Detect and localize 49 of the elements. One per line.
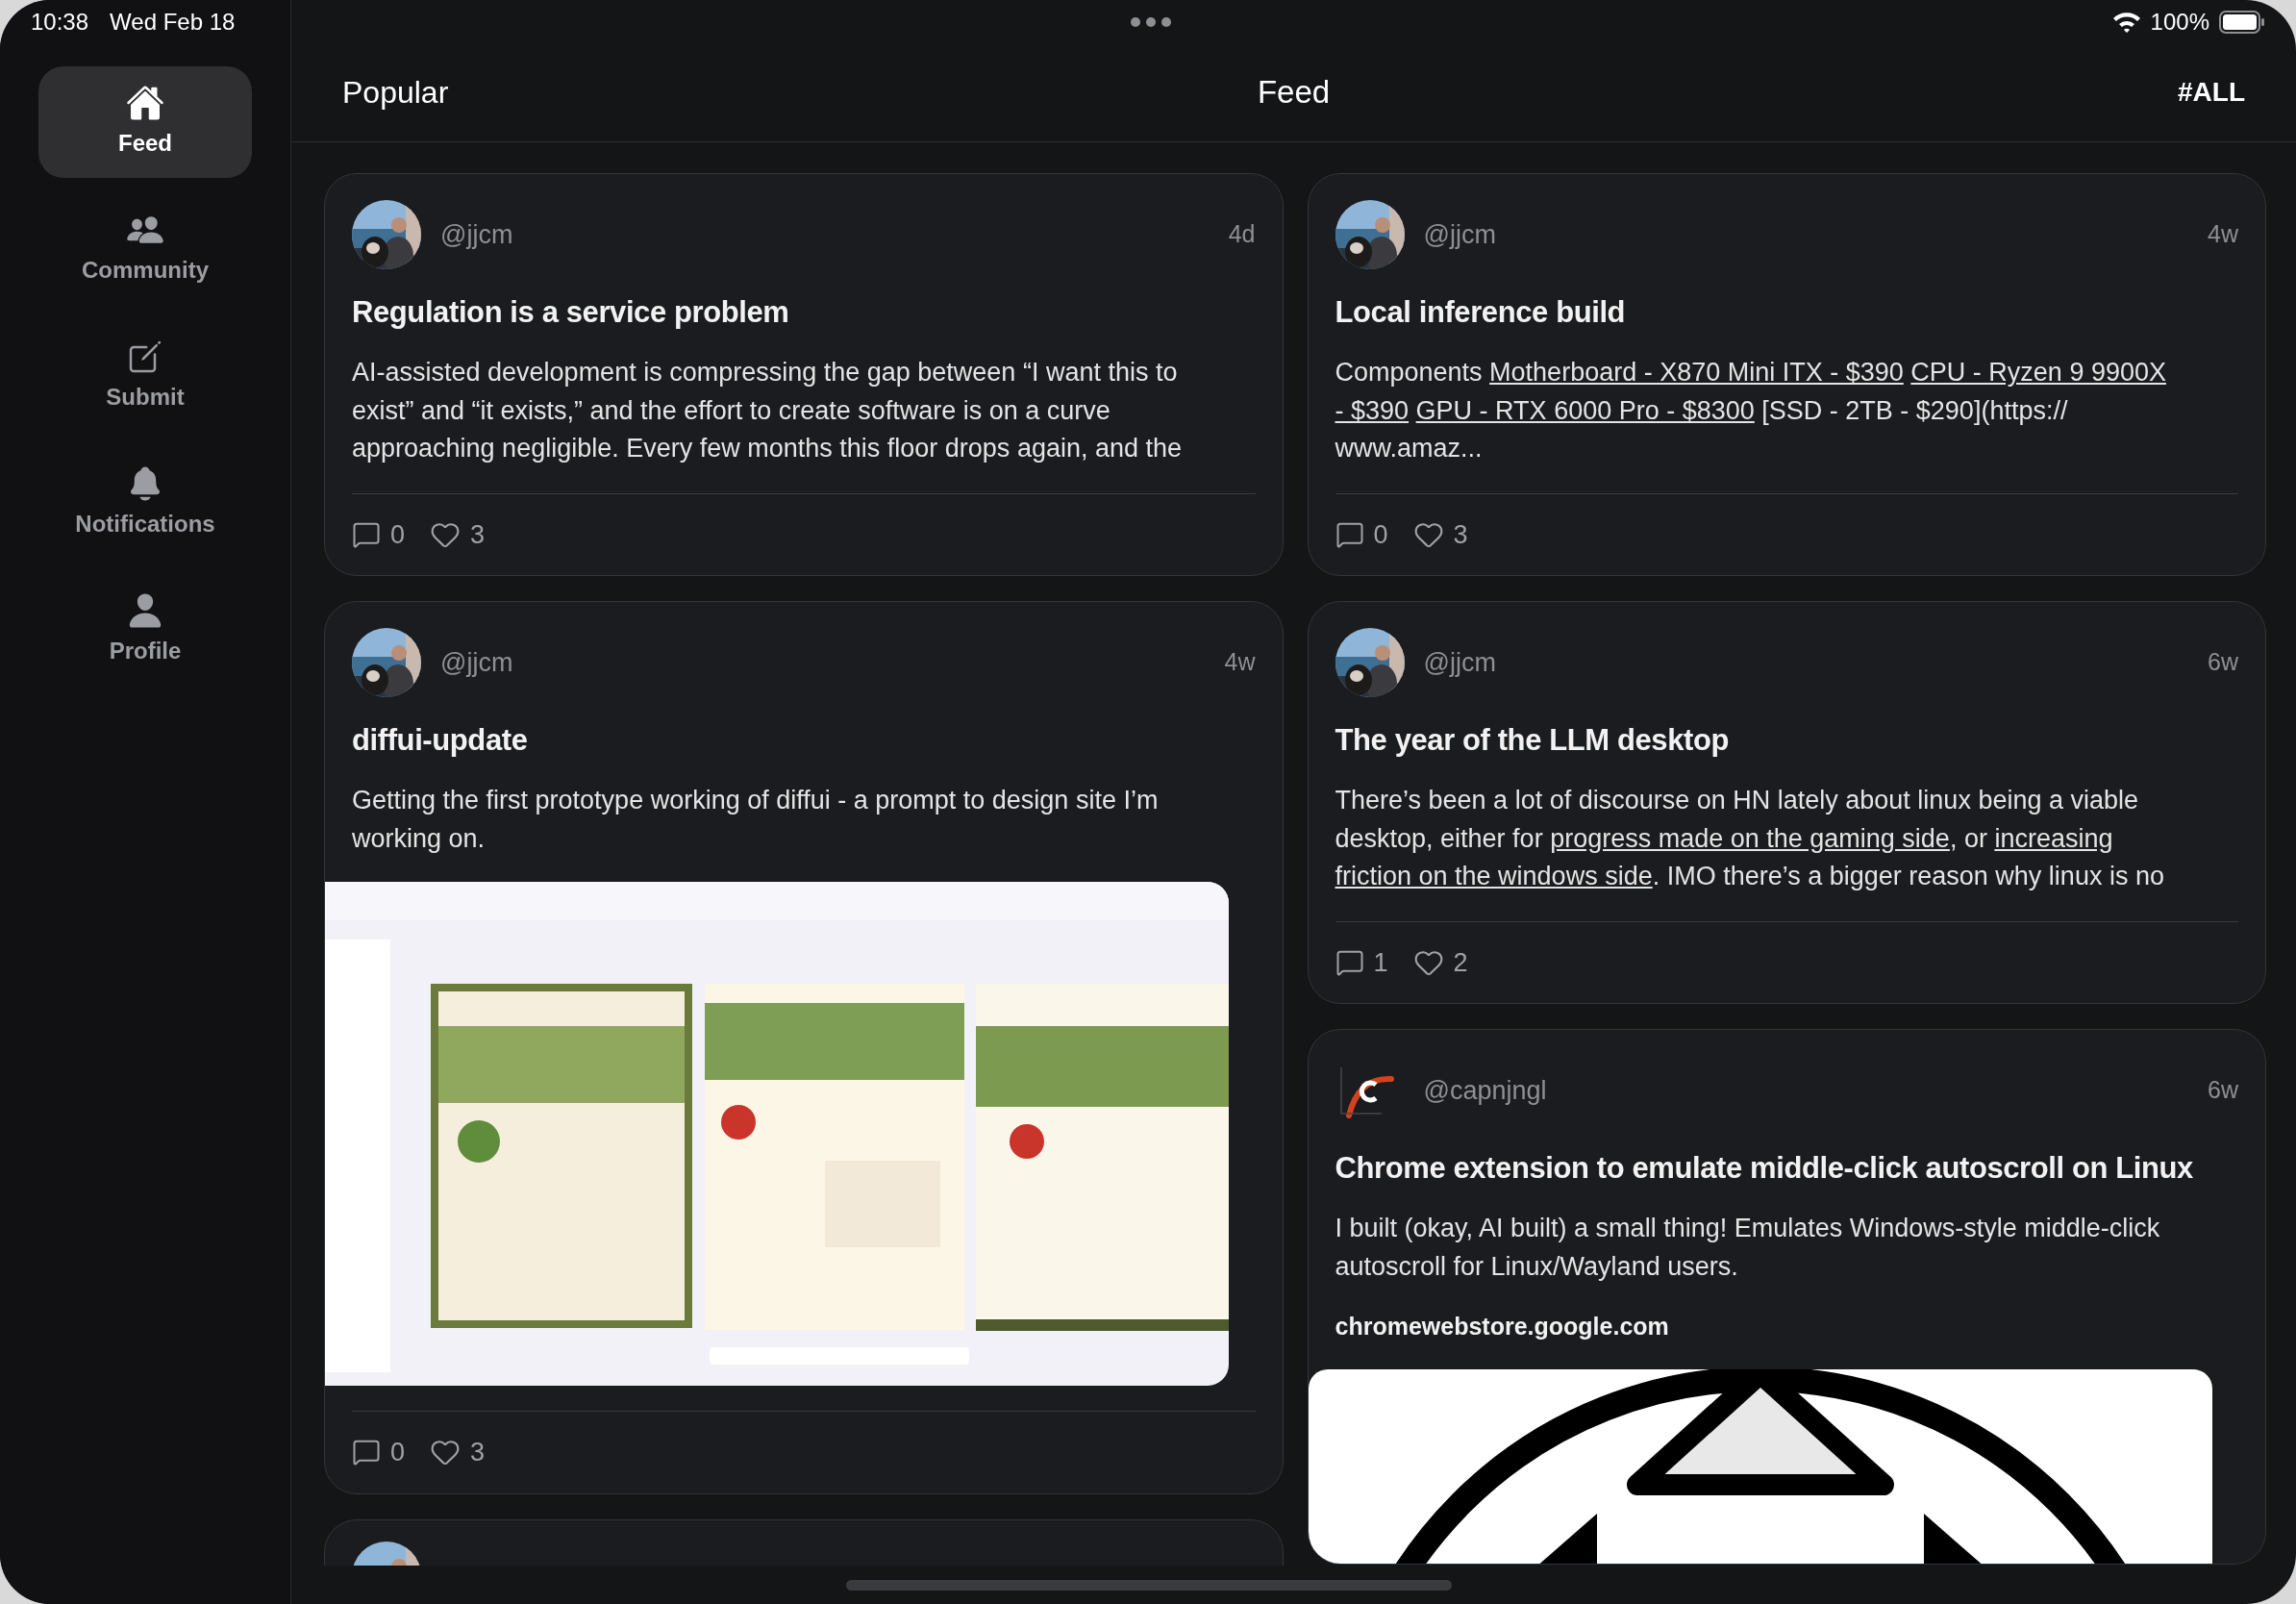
body-link[interactable]: Motherboard - X870 Mini ITX - $390 bbox=[1489, 358, 1904, 387]
like-count: 3 bbox=[470, 518, 486, 551]
comment-count: 0 bbox=[390, 1437, 406, 1468]
post-title[interactable]: The year of the LLM desktop bbox=[1308, 720, 2265, 761]
like-count: 2 bbox=[1453, 946, 1468, 979]
nav-item[interactable]: Notifications bbox=[38, 447, 252, 559]
author-handle[interactable]: @jjcm bbox=[1423, 642, 1496, 683]
body-link[interactable]: - $390 bbox=[1335, 395, 1410, 425]
post-title[interactable]: Chrome extension to emulate middle-click autoscroll on Linux bbox=[1308, 1148, 2265, 1189]
comment-count: 1 bbox=[1373, 946, 1388, 979]
nav-item[interactable]: Profile bbox=[38, 574, 252, 686]
post-age: 6w bbox=[2208, 1075, 2238, 1106]
like-count: 3 bbox=[1453, 518, 1468, 551]
like-count: 3 bbox=[470, 1437, 486, 1468]
link-domain[interactable]: chromewebstore.google.com bbox=[1308, 1309, 2265, 1345]
author-handle[interactable]: @capnjngl bbox=[1423, 1070, 1547, 1111]
post-title[interactable]: Local inference build bbox=[1308, 292, 2265, 333]
post-age: 4w bbox=[2208, 219, 2238, 250]
body-link[interactable]: progress made on the gaming side bbox=[1550, 823, 1950, 853]
post-body: Components Motherboard - X870 Mini ITX - $390 CPU - Ryzen 9 9900X - $390 GPU - RTX 6000 Pro - $8300 [SSD - 2TB - $290](https:// www.amaz... bbox=[1335, 357, 2167, 464]
nav-item[interactable]: Community bbox=[38, 193, 252, 305]
post-body: Getting the first prototype working of diffui - a prompt to design site I’m working on. bbox=[352, 785, 1160, 855]
status-date: Wed Feb 18 bbox=[110, 7, 236, 37]
author-handle[interactable]: @jjcm bbox=[440, 642, 513, 683]
comment-count: 0 bbox=[1373, 518, 1388, 551]
post-body: AI-assisted development is compressing the gap between “I want this to exist” and “it exists,” and the effort to create software is on a curve approaching negligible. Every few months this floor drops again, and the bbox=[352, 357, 1184, 464]
page-title: Feed bbox=[1257, 73, 1331, 113]
post-card[interactable]: @jjcm 4w diffui-update Getting the first prototype working of diffui - a prompt to design site I’m working on. 0 3 bbox=[324, 601, 1284, 1494]
post-age: 4d bbox=[1228, 219, 1256, 250]
nav-item[interactable]: Submit bbox=[38, 320, 252, 432]
post-body: There’s been a lot of discourse on HN lately about linux being a viable desktop, either for progress made on the gaming side, or increasing friction on the windows side. IMO there’s a bigger reason why linux is no bbox=[1335, 785, 2165, 892]
all-filter[interactable]: #ALL bbox=[2178, 72, 2245, 113]
post-title[interactable]: Regulation is a service problem bbox=[325, 292, 1283, 333]
body-link[interactable]: GPU - RTX 6000 Pro - $8300 bbox=[1415, 395, 1755, 425]
battery-percent: 100% bbox=[2150, 7, 2209, 37]
post-age: 4w bbox=[1224, 647, 1256, 678]
popular-tab[interactable]: Popular bbox=[342, 69, 449, 115]
post-card[interactable]: @jjcm 4w Local inference build Components Motherboard - X870 Mini ITX - $390 CPU - Ryzen 9 9900X - $390 GPU - RTX 6000 Pro - $8300 [SSD - 2TB - $290](https:// www.amaz... 0 3 bbox=[1307, 173, 2266, 576]
body-link[interactable]: increasing bbox=[1994, 823, 2113, 853]
body-link[interactable]: CPU - Ryzen 9 9900X bbox=[1910, 358, 2166, 387]
post-title[interactable]: diffui-update bbox=[325, 720, 1283, 761]
body-link[interactable]: friction on the windows side bbox=[1335, 862, 1653, 890]
status-time: 10:38 bbox=[31, 7, 89, 37]
comment-count: 0 bbox=[390, 518, 406, 551]
author-handle[interactable]: @jjcm bbox=[440, 214, 513, 255]
post-age: 6w bbox=[2208, 647, 2238, 678]
nav-item[interactable]: Feed bbox=[38, 66, 252, 178]
post-body: I built (okay, AI built) a small thing! Emulates Windows-style middle-click autoscroll for Linux/Wayland users. bbox=[1335, 1213, 2161, 1283]
author-handle[interactable]: @jjcm bbox=[1423, 214, 1496, 255]
